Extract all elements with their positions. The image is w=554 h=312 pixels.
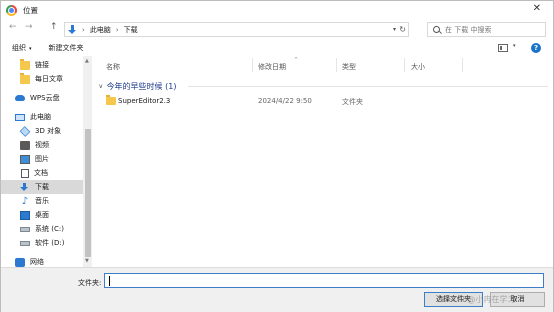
sort-caret-icon: ^	[294, 57, 299, 63]
sidebar-item-label: 网络	[30, 258, 44, 266]
cube-icon	[19, 125, 31, 137]
sidebar-item-label: 软件 (D:)	[35, 239, 65, 247]
command-bar: 组织 ▾ 新建文件夹 ▾ ?	[1, 40, 553, 56]
scrollbar-thumb[interactable]	[85, 129, 91, 257]
title-bar: 位置 ✕	[1, 1, 553, 19]
desktop-icon	[20, 210, 30, 220]
column-divider[interactable]	[462, 58, 463, 72]
back-button[interactable]: ←	[9, 23, 17, 32]
video-icon	[20, 140, 30, 150]
window-title: 位置	[23, 5, 38, 15]
sidebar-item-label: 图片	[35, 155, 49, 163]
sidebar-item-downloads[interactable]: 下载	[1, 180, 83, 194]
sidebar-item-wps-cloud[interactable]: WPS云盘	[1, 91, 83, 105]
sidebar-item-label: 视频	[35, 141, 49, 149]
search-icon	[433, 26, 440, 33]
chevron-down-icon: v	[99, 83, 103, 90]
chrome-icon	[6, 4, 17, 16]
column-header-size[interactable]: 大小	[411, 62, 425, 72]
chevron-down-icon: ▾	[29, 46, 32, 52]
view-options-icon[interactable]	[498, 44, 508, 52]
watermark: CSDN @小冉在学习	[442, 295, 516, 304]
navigation-bar: ← → ↑ › 此电脑 › 下载 ▾ ↻ 在 下载 中搜索	[1, 19, 553, 39]
column-header-name[interactable]: 名称	[106, 62, 120, 72]
folder-icon	[20, 58, 30, 70]
help-icon[interactable]: ?	[531, 43, 541, 53]
folder-icon	[106, 95, 116, 105]
column-header-type[interactable]: 类型	[342, 62, 356, 72]
view-dropdown-icon[interactable]: ▾	[513, 43, 516, 49]
column-header-modified[interactable]: 修改日期	[258, 62, 286, 72]
sidebar-item-daily-articles[interactable]: 每日文章	[1, 72, 83, 86]
up-button[interactable]: ↑	[50, 23, 58, 32]
folder-picker-dialog: 位置 ✕ ← → ↑ › 此电脑 › 下载 ▾ ↻ 在 下载 中搜索 组织 ▾ 新…	[0, 0, 554, 312]
forward-button[interactable]: →	[25, 23, 33, 32]
breadcrumb-this-pc[interactable]: 此电脑	[90, 25, 111, 35]
breadcrumb-separator: ›	[82, 25, 85, 34]
refresh-icon[interactable]: ↻	[399, 25, 406, 34]
download-icon	[68, 25, 77, 34]
sidebar-item-videos[interactable]: 视频	[1, 138, 83, 152]
address-bar[interactable]: › 此电脑 › 下载 ▾ ↻	[64, 22, 409, 37]
sidebar-item-drive-d[interactable]: 软件 (D:)	[1, 236, 83, 250]
sidebar-item-documents[interactable]: 文档	[1, 166, 83, 180]
navigation-pane: 链接 每日文章 WPS云盘 此电脑 3D 对象 视频 图片 文档 下载 ♪ 音乐…	[1, 56, 93, 267]
breadcrumb-separator: ›	[115, 25, 119, 34]
group-label: 今年的早些时候 (1)	[106, 82, 177, 91]
picture-icon	[20, 154, 30, 164]
sidebar-item-pictures[interactable]: 图片	[1, 152, 83, 166]
document-icon	[21, 168, 29, 178]
dialog-footer: 文件夹: 选择文件夹 取消	[1, 267, 553, 312]
sidebar-item-label: 下载	[35, 183, 49, 191]
network-icon	[15, 257, 25, 267]
group-header[interactable]: v 今年的早些时候 (1)	[99, 81, 176, 92]
column-divider[interactable]	[404, 58, 405, 72]
file-list: 名称 ^ 修改日期 类型 大小 v 今年的早些时候 (1) SuperEdito…	[96, 56, 553, 267]
cloud-icon	[15, 95, 25, 101]
file-modified: 2024/4/22 9:50	[258, 97, 312, 105]
new-folder-button[interactable]: 新建文件夹	[49, 43, 84, 53]
column-divider[interactable]	[336, 58, 337, 72]
sidebar-item-network[interactable]: 网络	[1, 255, 83, 267]
group-divider	[188, 86, 548, 87]
organize-menu[interactable]: 组织 ▾	[12, 43, 32, 53]
sidebar-item-label: 每日文章	[35, 75, 63, 83]
sidebar-item-label: 桌面	[35, 211, 49, 219]
file-type: 文件夹	[342, 98, 363, 106]
file-name: SuperEditor2.3	[118, 97, 171, 105]
drive-icon	[20, 240, 30, 246]
computer-icon	[15, 113, 25, 121]
sidebar-item-label: 音乐	[35, 197, 49, 205]
sidebar-item-music[interactable]: ♪ 音乐	[1, 194, 83, 208]
sidebar-item-label: 系统 (C:)	[35, 225, 64, 233]
download-icon	[20, 182, 30, 192]
sidebar-item-label: 此电脑	[30, 113, 51, 121]
sidebar-item-drive-c[interactable]: 系统 (C:)	[1, 222, 83, 236]
close-button[interactable]: ✕	[533, 4, 541, 14]
text-cursor	[109, 276, 110, 286]
search-placeholder: 在 下载 中搜索	[445, 25, 492, 34]
sidebar-item-links[interactable]: 链接	[1, 58, 83, 72]
address-dropdown-icon[interactable]: ▾	[393, 26, 396, 33]
sidebar-item-this-pc[interactable]: 此电脑	[1, 110, 83, 124]
drive-icon	[20, 226, 30, 232]
organize-label: 组织	[12, 44, 26, 52]
music-icon: ♪	[21, 195, 29, 207]
scroll-down-icon[interactable]: ▼	[85, 258, 89, 264]
sidebar-item-desktop[interactable]: 桌面	[1, 208, 83, 222]
column-divider[interactable]	[252, 58, 253, 72]
sidebar-item-3d-objects[interactable]: 3D 对象	[1, 124, 83, 138]
scroll-up-icon[interactable]: ▲	[85, 58, 89, 64]
sidebar-item-label: WPS云盘	[30, 94, 60, 102]
search-box[interactable]: 在 下载 中搜索	[427, 22, 546, 37]
folder-name-input[interactable]	[104, 273, 544, 288]
folder-name-label: 文件夹:	[78, 279, 102, 287]
sidebar-item-label: 3D 对象	[35, 127, 62, 135]
folder-icon	[20, 72, 30, 84]
sidebar-item-label: 链接	[35, 61, 49, 69]
table-row[interactable]: SuperEditor2.3 2024/4/22 9:50 文件夹	[96, 94, 546, 108]
breadcrumb-downloads[interactable]: 下载	[124, 25, 138, 35]
sidebar-item-label: 文档	[34, 169, 48, 177]
